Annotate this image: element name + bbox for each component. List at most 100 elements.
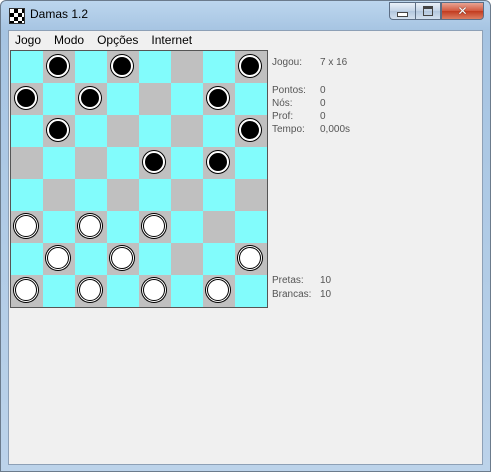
board-square[interactable] — [11, 115, 43, 147]
board-square[interactable] — [75, 115, 107, 147]
checkers-app-icon[interactable] — [9, 8, 25, 24]
black-piece[interactable] — [15, 87, 37, 109]
board-square[interactable] — [107, 275, 139, 307]
black-piece[interactable] — [207, 87, 229, 109]
white-piece[interactable] — [79, 215, 101, 237]
board-square[interactable] — [203, 51, 235, 83]
menu-opcoes[interactable]: Opções — [91, 31, 145, 49]
app-window: Damas 1.2 ✕ Jogo Modo Opções Internet Jo… — [0, 0, 491, 472]
black-piece[interactable] — [239, 55, 261, 77]
board-square[interactable] — [43, 83, 75, 115]
black-piece[interactable] — [143, 151, 165, 173]
board-square[interactable] — [43, 115, 75, 147]
white-piece[interactable] — [47, 247, 69, 269]
board-square[interactable] — [139, 115, 171, 147]
board-square[interactable] — [43, 179, 75, 211]
black-piece[interactable] — [47, 55, 69, 77]
board-square[interactable] — [107, 115, 139, 147]
board-square[interactable] — [171, 115, 203, 147]
board-square[interactable] — [43, 243, 75, 275]
board-square[interactable] — [171, 83, 203, 115]
board-square[interactable] — [43, 51, 75, 83]
board-square[interactable] — [107, 51, 139, 83]
white-piece[interactable] — [143, 215, 165, 237]
menu-jogo[interactable]: Jogo — [9, 31, 48, 49]
board-square[interactable] — [139, 83, 171, 115]
board-square[interactable] — [11, 275, 43, 307]
board-square[interactable] — [107, 83, 139, 115]
board-square[interactable] — [171, 147, 203, 179]
board-square[interactable] — [107, 179, 139, 211]
board-square[interactable] — [11, 243, 43, 275]
title-bar[interactable]: Damas 1.2 ✕ — [1, 1, 490, 29]
board-square[interactable] — [139, 147, 171, 179]
board-square[interactable] — [235, 51, 267, 83]
black-piece[interactable] — [207, 151, 229, 173]
board-square[interactable] — [75, 83, 107, 115]
board-square[interactable] — [235, 179, 267, 211]
board-square[interactable] — [235, 275, 267, 307]
board-square[interactable] — [75, 179, 107, 211]
board-square[interactable] — [171, 211, 203, 243]
board-square[interactable] — [107, 211, 139, 243]
board-square[interactable] — [171, 275, 203, 307]
maximize-icon — [423, 6, 433, 16]
board-square[interactable] — [203, 83, 235, 115]
board-square[interactable] — [107, 147, 139, 179]
black-piece[interactable] — [79, 87, 101, 109]
board-square[interactable] — [43, 147, 75, 179]
brancas-value: 10 — [320, 289, 332, 300]
board-square[interactable] — [203, 147, 235, 179]
nos-value: 0 — [320, 98, 326, 109]
board-square[interactable] — [203, 243, 235, 275]
board-square[interactable] — [235, 243, 267, 275]
board-square[interactable] — [75, 243, 107, 275]
board-square[interactable] — [43, 275, 75, 307]
checkers-board[interactable] — [10, 50, 268, 308]
white-piece[interactable] — [207, 279, 229, 301]
prof-value: 0 — [320, 111, 326, 122]
board-square[interactable] — [235, 115, 267, 147]
board-square[interactable] — [75, 275, 107, 307]
board-square[interactable] — [139, 275, 171, 307]
board-square[interactable] — [203, 275, 235, 307]
black-piece[interactable] — [111, 55, 133, 77]
board-square[interactable] — [235, 83, 267, 115]
board-square[interactable] — [43, 211, 75, 243]
board-square[interactable] — [171, 243, 203, 275]
board-square[interactable] — [203, 179, 235, 211]
white-piece[interactable] — [15, 215, 37, 237]
board-square[interactable] — [75, 211, 107, 243]
board-square[interactable] — [171, 179, 203, 211]
menu-modo[interactable]: Modo — [48, 31, 91, 49]
black-piece[interactable] — [47, 119, 69, 141]
board-square[interactable] — [235, 211, 267, 243]
white-piece[interactable] — [239, 247, 261, 269]
board-square[interactable] — [11, 147, 43, 179]
maximize-button[interactable] — [415, 2, 441, 20]
white-piece[interactable] — [111, 247, 133, 269]
board-square[interactable] — [75, 147, 107, 179]
board-square[interactable] — [11, 179, 43, 211]
black-piece[interactable] — [239, 119, 261, 141]
menu-internet[interactable]: Internet — [145, 31, 199, 49]
close-button[interactable]: ✕ — [441, 2, 484, 20]
board-square[interactable] — [11, 211, 43, 243]
board-square[interactable] — [107, 243, 139, 275]
white-piece[interactable] — [143, 279, 165, 301]
board-square[interactable] — [139, 243, 171, 275]
board-square[interactable] — [235, 147, 267, 179]
board-square[interactable] — [139, 211, 171, 243]
board-square[interactable] — [139, 179, 171, 211]
minimize-button[interactable] — [389, 2, 415, 20]
board-square[interactable] — [139, 51, 171, 83]
board-square[interactable] — [171, 51, 203, 83]
board-square[interactable] — [11, 83, 43, 115]
board-square[interactable] — [203, 211, 235, 243]
board-square[interactable] — [11, 51, 43, 83]
white-piece[interactable] — [15, 279, 37, 301]
board-square[interactable] — [75, 51, 107, 83]
nos-label: Nós: — [272, 98, 293, 109]
board-square[interactable] — [203, 115, 235, 147]
white-piece[interactable] — [79, 279, 101, 301]
